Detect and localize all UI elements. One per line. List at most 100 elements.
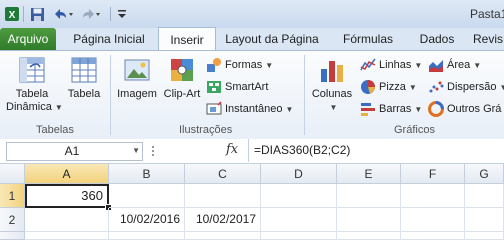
outros-graficos-button[interactable]: Outros Grá xyxy=(428,100,501,118)
smartart-button[interactable]: SmartArt xyxy=(206,78,268,96)
cell-g3[interactable] xyxy=(465,232,504,240)
ribbon: Tabela Dinâmica ▼ Tabela Tabelas Imagem Cl… xyxy=(0,50,504,140)
screenshot-icon xyxy=(206,101,222,115)
group-separator xyxy=(304,55,305,135)
instantaneo-button[interactable]: Instantâneo ▼ xyxy=(206,100,293,118)
row-header-3[interactable] xyxy=(0,232,25,240)
cell-e1[interactable] xyxy=(337,184,401,208)
other-charts-icon xyxy=(428,101,444,117)
imagem-button[interactable]: Imagem xyxy=(114,55,160,101)
tab-arquivo[interactable]: Arquivo xyxy=(0,28,56,50)
cell-d1[interactable] xyxy=(261,184,337,208)
pizza-button[interactable]: Pizza ▼ xyxy=(360,78,417,96)
linhas-label: Linhas xyxy=(379,59,412,71)
cell-g2[interactable] xyxy=(465,208,504,232)
cell-g1[interactable] xyxy=(465,184,504,208)
area-label: Área xyxy=(447,59,471,71)
insert-function-button[interactable]: fx xyxy=(226,142,238,157)
separator-icon xyxy=(105,5,115,23)
tabela-dinamica-button[interactable]: Tabela Dinâmica ▼ xyxy=(6,55,63,114)
cell-a3[interactable] xyxy=(25,232,109,240)
clip-art-icon xyxy=(167,55,197,85)
cell-c1[interactable] xyxy=(185,184,261,208)
cell-a2[interactable] xyxy=(25,208,109,232)
cell-a1[interactable]: 360 xyxy=(25,184,109,208)
window-title: Pasta1 xyxy=(470,7,504,21)
name-box[interactable]: A1 ▼ xyxy=(6,142,143,161)
tabela-label: Tabela xyxy=(67,88,101,100)
cell-f2[interactable] xyxy=(401,208,465,232)
formula-value: =DIAS360(B2;C2) xyxy=(254,143,351,157)
clip-art-label: Clip-Art xyxy=(163,88,201,100)
cell-f3[interactable] xyxy=(401,232,465,240)
cell-e3[interactable] xyxy=(337,232,401,240)
cell-b2[interactable]: 10/02/2016 xyxy=(109,208,185,232)
chevron-down-icon[interactable]: ▼ xyxy=(132,146,140,155)
column-header-e[interactable]: E xyxy=(337,164,401,184)
linhas-button[interactable]: Linhas ▼ xyxy=(360,56,422,74)
barras-button[interactable]: Barras ▼ xyxy=(360,100,422,118)
pie-chart-icon xyxy=(361,80,375,94)
scatter-chart-icon xyxy=(429,81,444,93)
tab-dados[interactable]: Dados xyxy=(408,28,466,50)
expand-handle-icon[interactable] xyxy=(148,145,158,160)
tab-pagina-inicial[interactable]: Página Inicial xyxy=(62,28,156,50)
line-chart-icon xyxy=(360,58,376,71)
column-chart-icon xyxy=(317,55,347,85)
name-box-value: A1 xyxy=(64,144,80,158)
customize-icon[interactable] xyxy=(116,5,128,23)
excel-icon[interactable]: X xyxy=(3,5,21,23)
instantaneo-label: Instantâneo xyxy=(225,103,283,115)
column-header-c[interactable]: C xyxy=(185,164,261,184)
ribbon-tabs: Arquivo Página Inicial Inserir Layout da… xyxy=(0,27,504,52)
tab-inserir[interactable]: Inserir xyxy=(158,27,216,52)
cell-b3[interactable] xyxy=(109,232,185,240)
row-header-2[interactable]: 2 xyxy=(0,208,25,232)
pivot-table-icon xyxy=(17,55,47,85)
bar-chart-icon xyxy=(361,103,375,116)
column-header-d[interactable]: D xyxy=(261,164,337,184)
area-button[interactable]: Área ▼ xyxy=(428,56,481,74)
tabela-button[interactable]: Tabela xyxy=(62,55,106,101)
cell-d3[interactable] xyxy=(261,232,337,240)
formas-label: Formas xyxy=(225,59,263,71)
clip-art-button[interactable]: Clip-Art xyxy=(160,55,204,101)
picture-icon xyxy=(122,55,152,85)
dispersao-button[interactable]: Dispersão ▼ xyxy=(428,78,504,96)
cell-f1[interactable] xyxy=(401,184,465,208)
row-header-1[interactable]: 1 xyxy=(0,184,25,208)
barras-label: Barras xyxy=(379,103,412,115)
area-chart-icon xyxy=(429,60,443,72)
tabela-dinamica-label-1: Tabela xyxy=(15,88,49,100)
column-header-g[interactable]: G xyxy=(465,164,504,184)
dispersao-label: Dispersão xyxy=(447,81,497,93)
imagem-label: Imagem xyxy=(117,88,157,100)
smartart-icon xyxy=(207,81,221,93)
cell-e2[interactable] xyxy=(337,208,401,232)
undo-icon[interactable] xyxy=(52,5,74,23)
select-all-corner[interactable] xyxy=(0,164,25,184)
cell-c2[interactable]: 10/02/2017 xyxy=(185,208,261,232)
column-header-b[interactable]: B xyxy=(109,164,185,184)
tab-formulas[interactable]: Fórmulas xyxy=(330,28,406,50)
redo-icon[interactable] xyxy=(80,5,102,23)
save-icon[interactable] xyxy=(28,5,46,23)
colunas-label: Colunas xyxy=(311,88,353,100)
column-header-a[interactable]: A xyxy=(25,164,109,184)
group-label-graficos: Gráficos xyxy=(394,124,435,136)
group-separator xyxy=(110,55,111,135)
tab-layout-da-pagina[interactable]: Layout da Página xyxy=(218,28,326,50)
cell-b1[interactable] xyxy=(109,184,185,208)
group-label-ilustracoes: Ilustrações xyxy=(179,124,233,136)
colunas-button[interactable]: Colunas ▼ xyxy=(308,55,356,114)
formula-bar: A1 ▼ fx =DIAS360(B2;C2) xyxy=(0,139,504,164)
column-header-f[interactable]: F xyxy=(401,164,465,184)
smartart-label: SmartArt xyxy=(225,81,269,93)
tab-revisao[interactable]: Revis xyxy=(468,28,504,50)
group-label-tabelas: Tabelas xyxy=(36,124,74,136)
cell-d2[interactable] xyxy=(261,208,337,232)
cell-c3[interactable] xyxy=(185,232,261,240)
shapes-icon xyxy=(207,58,221,72)
formas-button[interactable]: Formas ▼ xyxy=(206,56,273,74)
formula-input[interactable]: =DIAS360(B2;C2) xyxy=(248,139,504,162)
